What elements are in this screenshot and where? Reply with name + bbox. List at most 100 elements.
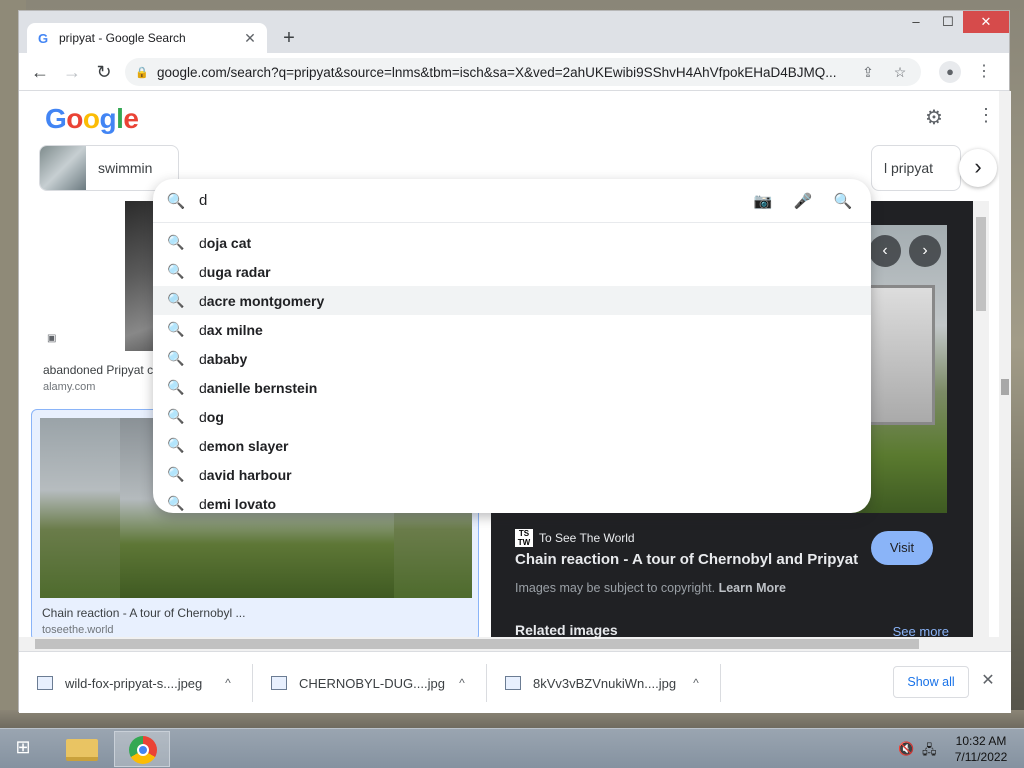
close-download-bar-icon[interactable]: ✕ <box>979 672 997 690</box>
search-icon: 🔍 <box>167 466 185 482</box>
chevron-up-icon[interactable]: ^ <box>449 676 475 690</box>
related-images-heading: Related images <box>515 622 618 638</box>
search-submit-icon[interactable]: 🔍 <box>823 192 863 210</box>
site-name: To See The World <box>539 531 635 545</box>
settings-gear-icon[interactable]: ⚙ <box>925 105 943 130</box>
file-explorer-button[interactable] <box>54 731 110 767</box>
preview-site[interactable]: TS TW To See The World <box>515 529 635 547</box>
chrome-icon <box>129 736 157 764</box>
preview-scrollbar[interactable] <box>973 201 989 651</box>
show-all-button[interactable]: Show all <box>893 666 969 698</box>
search-icon: 🔍 <box>167 350 185 366</box>
download-item[interactable]: wild-fox-pripyat-s....jpeg ^ <box>19 664 253 702</box>
tab-title: pripyat - Google Search <box>59 31 186 45</box>
preview-scrollbar-thumb[interactable] <box>976 217 986 311</box>
google-logo[interactable]: Google <box>45 103 139 135</box>
google-favicon-icon: G <box>37 30 49 46</box>
suggestion-item[interactable]: 🔍 dog <box>153 402 871 431</box>
lock-icon: 🔒 <box>135 67 149 79</box>
google-apps-icon[interactable]: ⋮⋮ <box>977 105 999 126</box>
chevron-up-icon[interactable]: ^ <box>215 676 241 690</box>
browser-menu-icon[interactable]: ⋮ <box>975 61 993 83</box>
browser-toolbar: ← → ↻ 🔒 google.com/search?q=pripyat&sour… <box>19 53 1009 91</box>
close-window-button[interactable]: ✕ <box>963 11 1009 33</box>
download-bar: wild-fox-pripyat-s....jpeg ^ CHERNOBYL-D… <box>19 651 1011 713</box>
suggestion-item[interactable]: 🔍 dax milne <box>153 315 871 344</box>
new-tab-button[interactable]: + <box>277 27 301 51</box>
taskbar: ⊞ 🔇 🖧 10:32 AM 7/11/2022 <box>0 728 1024 768</box>
search-icon: 🔍 <box>167 234 185 250</box>
microphone-icon[interactable]: 🎤 <box>783 192 823 210</box>
copyright-notice: Images may be subject to copyright. Lear… <box>515 581 786 595</box>
chip-pripyat[interactable]: l pripyat <box>871 145 961 191</box>
suggestion-item[interactable]: 🔍 dacre montgomery <box>153 286 871 315</box>
profile-avatar-icon[interactable]: ● <box>939 61 961 83</box>
bookmark-star-icon[interactable]: ☆ <box>889 64 911 81</box>
camera-icon[interactable]: 📷 <box>743 192 783 210</box>
suggestion-item[interactable]: 🔍 duga radar <box>153 257 871 286</box>
page-scrollbar[interactable] <box>999 91 1011 651</box>
suggestion-item[interactable]: 🔍 doja cat <box>153 228 871 257</box>
search-icon: 🔍 <box>167 408 185 424</box>
suggestion-text: dog <box>199 408 224 425</box>
volume-muted-icon[interactable]: 🔇 <box>898 741 914 757</box>
address-bar[interactable]: 🔒 google.com/search?q=pripyat&source=lnm… <box>125 58 921 86</box>
chip-thumbnail <box>40 146 86 190</box>
suggestion-text: duga radar <box>199 263 271 280</box>
image-file-icon <box>505 676 521 690</box>
download-item[interactable]: CHERNOBYL-DUG....jpg ^ <box>253 664 487 702</box>
preview-title[interactable]: Chain reaction - A tour of Chernobyl and… <box>515 551 858 568</box>
next-image-icon[interactable]: › <box>909 235 941 267</box>
image-file-icon <box>271 676 287 690</box>
download-name: CHERNOBYL-DUG....jpg <box>299 675 445 691</box>
visit-button[interactable]: Visit <box>871 531 933 565</box>
download-item[interactable]: 8kVv3vBZVnukiWn....jpg ^ <box>487 664 721 702</box>
windows-start-icon[interactable]: ⊞ <box>8 737 38 761</box>
chevron-up-icon[interactable]: ^ <box>683 676 709 690</box>
copyright-text: Images may be subject to copyright. <box>515 581 716 595</box>
suggestion-text: demon slayer <box>199 437 289 454</box>
suggestion-text: dacre montgomery <box>199 292 325 309</box>
forward-button[interactable]: → <box>59 59 85 85</box>
horizontal-scrollbar-thumb[interactable] <box>35 639 919 649</box>
result-caption: Chain reaction - A tour of Chernobyl ... <box>42 606 246 620</box>
tab-close-icon[interactable]: ✕ <box>241 29 259 47</box>
chip-label: swimmin <box>98 160 153 176</box>
download-name: 8kVv3vBZVnukiWn....jpg <box>533 675 677 691</box>
suggestion-item[interactable]: 🔍 demon slayer <box>153 431 871 460</box>
back-button[interactable]: ← <box>27 59 53 85</box>
network-icon[interactable]: 🖧 <box>922 741 937 763</box>
google-images-page: Google ⚙ ⋮⋮ swimmin l pripyat › ▣ abando… <box>19 91 999 651</box>
clock-time: 10:32 AM <box>955 734 1007 748</box>
chevron-right-icon[interactable]: › <box>959 149 997 187</box>
search-icon: 🔍 <box>167 495 185 511</box>
suggestion-text: danielle bernstein <box>199 379 318 396</box>
previous-image-icon[interactable]: ‹ <box>869 235 901 267</box>
chrome-taskbar-button[interactable] <box>114 731 170 767</box>
page-scrollbar-thumb[interactable] <box>1001 379 1009 395</box>
suggestion-item[interactable]: 🔍 dababy <box>153 344 871 373</box>
image-file-icon <box>37 676 53 690</box>
search-box[interactable]: 🔍 d 📷 🎤 🔍 <box>153 179 871 223</box>
search-icon: 🔍 <box>167 263 185 279</box>
search-icon: 🔍 <box>167 292 185 308</box>
suggestion-text: david harbour <box>199 466 292 483</box>
suggestion-text: dababy <box>199 350 248 367</box>
url-text: google.com/search?q=pripyat&source=lnms&… <box>157 64 837 80</box>
suggestion-item[interactable]: 🔍 david harbour <box>153 460 871 489</box>
suggestion-item[interactable]: 🔍 demi lovato <box>153 489 871 518</box>
search-icon: 🔍 <box>167 321 185 337</box>
suggestion-item[interactable]: 🔍 danielle bernstein <box>153 373 871 402</box>
result-source: alamy.com <box>43 381 96 393</box>
share-icon[interactable]: ⇪ <box>857 64 879 81</box>
maximize-button[interactable]: ☐ <box>933 11 963 33</box>
tab-pripyat[interactable]: G pripyat - Google Search ✕ <box>27 23 267 53</box>
system-clock[interactable]: 10:32 AM 7/11/2022 <box>948 733 1014 765</box>
search-icon: 🔍 <box>166 192 186 210</box>
horizontal-scrollbar[interactable] <box>19 637 1011 651</box>
minimize-button[interactable]: – <box>901 11 931 33</box>
reload-button[interactable]: ↻ <box>91 59 117 85</box>
learn-more-link[interactable]: Learn More <box>719 581 786 595</box>
search-input[interactable]: d <box>199 192 743 209</box>
search-suggestions: 🔍 d 📷 🎤 🔍 🔍 doja cat 🔍 duga radar 🔍 dacre mon… <box>153 179 871 513</box>
